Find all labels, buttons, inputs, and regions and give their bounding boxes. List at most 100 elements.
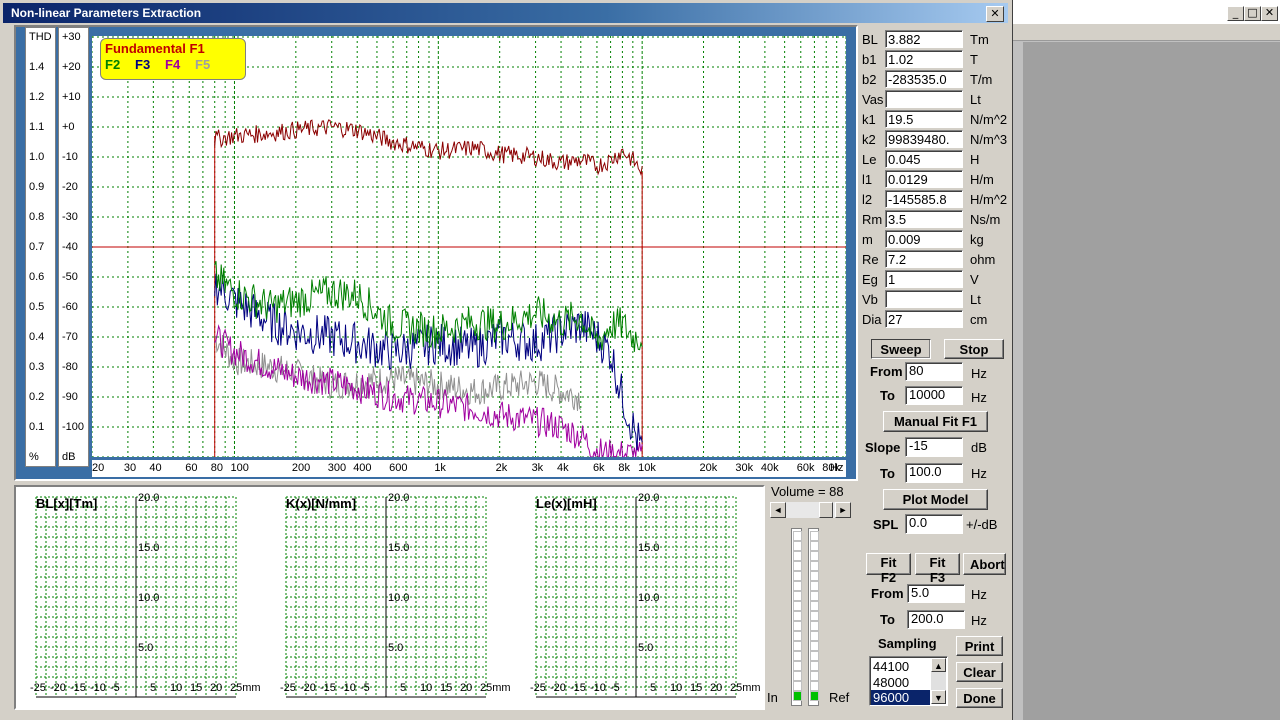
fit-to2-input[interactable]: 200.0	[907, 610, 965, 629]
param-label-11: Re	[862, 252, 879, 267]
param-input-0[interactable]: 3.882	[885, 30, 963, 48]
param-label-2: b2	[862, 72, 877, 87]
param-unit-12: V	[970, 272, 979, 287]
fit-f2-button[interactable]: Fit F2	[866, 553, 911, 585]
sampling-option-2[interactable]: 48000	[873, 675, 909, 690]
db-axis-unit: dB	[62, 451, 76, 463]
vu-segment	[810, 551, 819, 561]
slope-label: Slope	[865, 440, 901, 455]
thd-axis: THD 1.4 1.2 1.1 1.0 0.9 0.8 0.7 0.6 0.5 0.4 0.3 0.2 0…	[25, 27, 56, 467]
background-workspace	[1023, 42, 1280, 720]
freq-tick-label: 4k	[557, 462, 569, 474]
freq-tick-label: 40	[149, 462, 162, 474]
vu-segment	[810, 641, 819, 651]
sampling-scroll-up[interactable]: ▲	[931, 658, 946, 672]
thd-tick: 1.0	[29, 151, 45, 163]
clear-button[interactable]: Clear	[956, 662, 1003, 682]
frequency-axis: 20 30 40 60 80 100 200 300 400 600 1k 2k 3k 4k 6k 8k 10k…	[92, 460, 846, 477]
manual-fit-button[interactable]: Manual Fit F1	[883, 411, 988, 432]
legend-f1: Fundamental F1	[105, 41, 205, 56]
title-bar[interactable]: Non-linear Parameters Extraction ✕	[3, 3, 1008, 23]
vu-segment	[793, 611, 802, 621]
volume-right-arrow[interactable]: ►	[835, 502, 851, 518]
param-input-13[interactable]	[885, 290, 963, 308]
maximize-button[interactable]: □	[1244, 6, 1261, 21]
sampling-option-3-selected[interactable]: 96000	[871, 690, 930, 705]
lower-x-tick: -5	[360, 682, 370, 694]
lower-y-tick: 5.0	[388, 642, 403, 654]
frequency-plot[interactable]	[91, 36, 847, 459]
fit-f3-button[interactable]: Fit F3	[915, 553, 960, 585]
sampling-label: Sampling	[878, 636, 937, 651]
lower-x-tick: 15	[690, 682, 702, 694]
vu-segment	[810, 561, 819, 571]
freq-tick-label: 40k	[760, 462, 779, 474]
background-window: _ □ ✕	[1013, 0, 1280, 720]
param-input-11[interactable]: 7.2	[885, 250, 963, 268]
param-unit-10: kg	[970, 232, 984, 247]
vu-segment	[793, 651, 802, 661]
param-input-14[interactable]: 27	[885, 310, 963, 328]
background-close-button[interactable]: ✕	[1261, 6, 1278, 21]
spl-input[interactable]: 0.0	[905, 514, 963, 534]
freq-tick-label: 30k	[735, 462, 754, 474]
abort-button[interactable]: Abort	[963, 553, 1006, 575]
lower-y-tick: 5.0	[138, 642, 153, 654]
sampling-list[interactable]: 44100 48000 96000 ▲ ▼	[869, 656, 948, 706]
db-tick: -100	[62, 421, 85, 433]
param-input-6[interactable]: 0.045	[885, 150, 963, 168]
param-input-9[interactable]: 3.5	[885, 210, 963, 228]
close-button[interactable]: ✕	[986, 6, 1004, 22]
stop-button[interactable]: Stop	[944, 339, 1004, 359]
minimize-button[interactable]: _	[1227, 6, 1244, 21]
thd-tick: 0.8	[29, 211, 45, 223]
param-input-4[interactable]: 19.5	[885, 110, 963, 128]
volume-left-arrow[interactable]: ◄	[770, 502, 786, 518]
vu-segment	[810, 631, 819, 641]
done-button[interactable]: Done	[956, 688, 1003, 708]
sampling-scroll-down[interactable]: ▼	[931, 690, 946, 704]
sweep-button[interactable]: Sweep	[871, 339, 931, 359]
db-tick: +20	[62, 61, 81, 73]
lower-x-tick: 15	[190, 682, 202, 694]
freq-tick-label: 400	[353, 462, 372, 474]
param-input-2[interactable]: -283535.0	[885, 70, 963, 88]
db-tick: +30	[62, 31, 81, 43]
fit-to-input[interactable]: 100.0	[905, 463, 963, 483]
param-input-5[interactable]: 99839480.	[885, 130, 963, 148]
print-button[interactable]: Print	[956, 636, 1003, 656]
vu-segment	[810, 531, 819, 541]
volume-scrollbar[interactable]: ◄ ►	[770, 502, 851, 518]
plot-model-button[interactable]: Plot Model	[883, 489, 988, 510]
lower-x-tick: 10	[420, 682, 432, 694]
sampling-option-1[interactable]: 44100	[873, 659, 909, 674]
lower-x-tick: -25	[530, 682, 546, 694]
param-input-12[interactable]: 1	[885, 270, 963, 288]
lower-x-tick: 20	[710, 682, 722, 694]
param-input-8[interactable]: -145585.8	[885, 190, 963, 208]
sweep-to-input[interactable]: 10000	[905, 386, 963, 405]
param-input-10[interactable]: 0.009	[885, 230, 963, 248]
lower-x-tick: 20	[460, 682, 472, 694]
sampling-scrollbar[interactable]: ▲ ▼	[931, 658, 946, 704]
db-tick: -80	[62, 361, 78, 373]
volume-thumb[interactable]	[819, 502, 833, 518]
displacement-plots: BL[x][Tm] 20.0 15.0 10.0 5.0 -25 -20 -15 -10 -5 5 1…	[14, 485, 765, 710]
fit-from-input[interactable]: 5.0	[907, 584, 965, 603]
lower-x-tick: -15	[320, 682, 336, 694]
param-label-10: m	[862, 232, 873, 247]
param-input-1[interactable]: 1.02	[885, 50, 963, 68]
vu-segment	[793, 531, 802, 541]
lower-x-tick: -20	[300, 682, 316, 694]
db-tick: -90	[62, 391, 78, 403]
param-unit-5: N/m^3	[970, 132, 1008, 147]
sweep-from-input[interactable]: 80	[905, 362, 963, 381]
window-title: Non-linear Parameters Extraction	[11, 6, 202, 20]
slope-input[interactable]: -15	[905, 437, 963, 457]
param-input-3[interactable]	[885, 90, 963, 108]
vu-segment	[810, 541, 819, 551]
db-tick: -20	[62, 181, 78, 193]
lower-x-tick: 15	[440, 682, 452, 694]
thd-axis-header: THD	[29, 31, 52, 43]
param-input-7[interactable]: 0.0129	[885, 170, 963, 188]
